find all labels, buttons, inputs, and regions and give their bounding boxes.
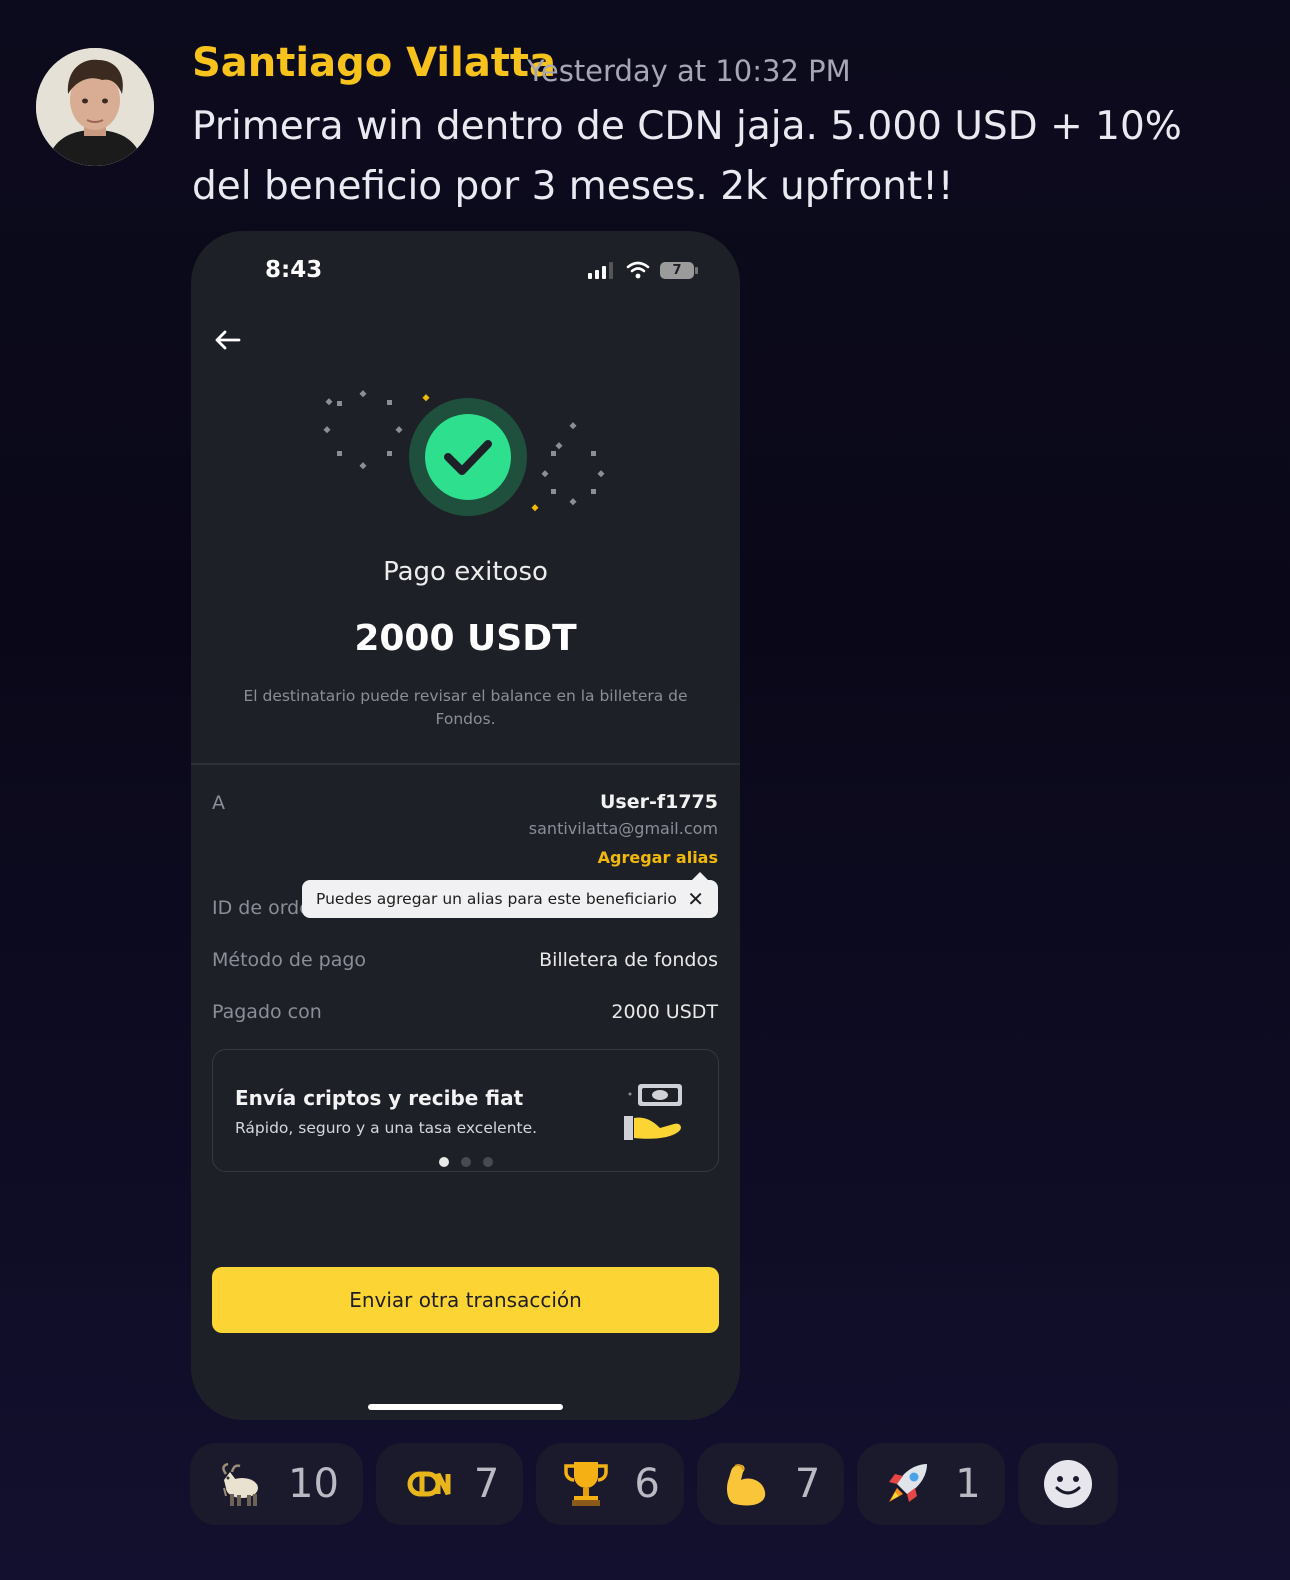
trophy-icon	[564, 1462, 609, 1506]
message-timestamp: Yesterday at 10:32 PM	[527, 54, 851, 88]
reaction-count: 10	[288, 1461, 339, 1507]
success-check-icon	[323, 390, 605, 516]
author-name[interactable]: Santiago Vilatta	[192, 40, 556, 86]
payment-amount: 2000 USDT	[354, 618, 577, 659]
order-id-label: ID de orde	[212, 897, 311, 919]
cdn-logo-icon	[407, 1471, 451, 1497]
avatar[interactable]	[36, 48, 154, 166]
reactions-bar: 10 7 6 7 1	[190, 1443, 1118, 1525]
pager-dot[interactable]	[438, 1157, 449, 1167]
tooltip-text: Puedes agregar un alias para este benefi…	[316, 890, 677, 908]
recipient-label: A	[212, 792, 225, 814]
promo-title: Envía criptos y recibe fiat	[235, 1086, 524, 1110]
home-indicator	[368, 1404, 563, 1410]
rocket-icon	[889, 1464, 928, 1502]
send-another-transaction-button[interactable]: Enviar otra transacción	[212, 1267, 719, 1333]
paid-with-label: Pagado con	[212, 1001, 322, 1023]
payment-method-label: Método de pago	[212, 949, 367, 971]
reaction-goat[interactable]: 10	[190, 1443, 363, 1525]
recipient-email: santivilatta@gmail.com	[528, 819, 718, 838]
pager-dot[interactable]	[482, 1157, 493, 1167]
smiley-icon	[1043, 1460, 1092, 1508]
flexed-biceps-icon	[726, 1464, 765, 1506]
reaction-count: 7	[794, 1461, 821, 1507]
cellular-signal-icon	[588, 262, 613, 279]
recipient-name: User-f1775	[599, 791, 718, 813]
promo-banner[interactable]: Envía criptos y recibe fiat Rápido, segu…	[212, 1049, 719, 1172]
add-alias-link[interactable]: Agregar alias	[598, 848, 718, 867]
reaction-count: 6	[634, 1461, 660, 1507]
reaction-trophy[interactable]: 6	[536, 1443, 684, 1525]
close-icon[interactable]: ✕	[687, 887, 704, 911]
payment-note: El destinatario puede revisar el balance…	[243, 687, 688, 728]
cash-hand-icon	[624, 1084, 682, 1140]
reaction-count: 7	[473, 1461, 500, 1507]
wifi-icon	[626, 261, 650, 279]
back-arrow-icon[interactable]	[209, 325, 245, 355]
alias-tooltip: Puedes agregar un alias para este benefi…	[302, 872, 718, 918]
payment-method-value: Billetera de fondos	[539, 949, 718, 971]
payment-status-title: Pago exitoso	[383, 557, 548, 587]
battery-level: 7	[672, 262, 682, 278]
status-time: 8:43	[265, 257, 323, 283]
divider	[191, 763, 740, 765]
status-icons: 7	[588, 261, 698, 279]
promo-subtitle: Rápido, seguro y a una tasa excelente.	[235, 1119, 538, 1137]
reaction-cdn[interactable]: 7	[375, 1443, 524, 1525]
battery-icon: 7	[660, 261, 698, 279]
add-reaction-button[interactable]	[1017, 1443, 1118, 1525]
carousel-pager	[213, 1157, 718, 1167]
reaction-count: 1	[955, 1461, 981, 1507]
message-text: Primera win dentro de CDN jaja. 5.000 US…	[192, 104, 1182, 209]
pager-dot[interactable]	[460, 1157, 471, 1167]
paid-with-value: 2000 USDT	[611, 1001, 718, 1023]
attached-screenshot[interactable]: 8:43 7 Pago exitoso 2000 USDT El destina…	[191, 231, 740, 1420]
reaction-rocket[interactable]: 1	[857, 1443, 1005, 1525]
goat-icon	[222, 1462, 258, 1506]
reaction-flexed-biceps[interactable]: 7	[696, 1443, 845, 1525]
